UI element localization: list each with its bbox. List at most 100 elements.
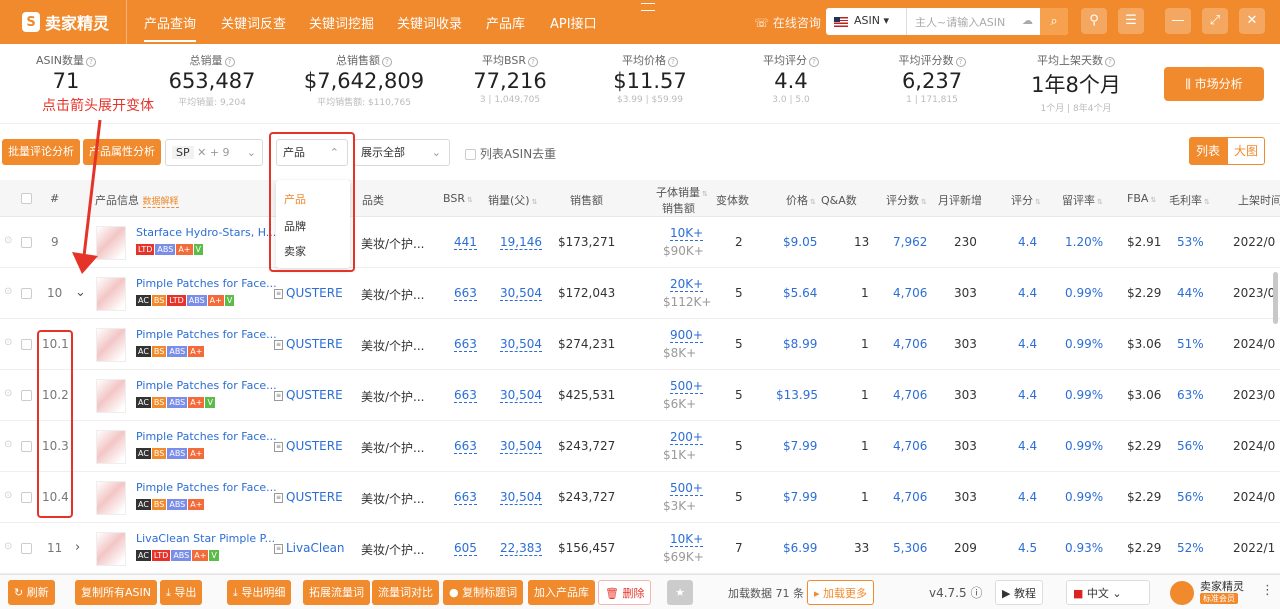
header-qa[interactable]: Q&A数	[821, 192, 857, 208]
row-checkbox[interactable]	[21, 441, 32, 452]
search-icon[interactable]: ⌕	[1040, 8, 1068, 35]
brand-link[interactable]: ≡ LivaClean	[274, 541, 345, 555]
child-sales-link[interactable]: 200+	[670, 430, 703, 445]
pin-icon[interactable]: ⊙	[4, 388, 12, 399]
product-image[interactable]	[96, 532, 126, 566]
data-explain-link[interactable]: 数据解释	[142, 197, 179, 208]
select-all-checkbox[interactable]	[21, 193, 32, 204]
drag-handle-icon[interactable]	[641, 3, 655, 11]
help-icon[interactable]: ?	[527, 57, 538, 67]
sort-icon[interactable]: ⇅	[1097, 198, 1103, 206]
child-sales-link[interactable]: 20K+	[670, 277, 704, 292]
header-bsr[interactable]: BSR ⇅	[443, 192, 473, 205]
sales-link[interactable]: 30,504	[500, 439, 542, 454]
brand-link[interactable]: ≡ QUSTERE	[274, 388, 343, 402]
refresh-button[interactable]: ↻ 刷新	[8, 580, 55, 605]
sort-icon[interactable]: ⇅	[921, 198, 927, 206]
help-icon[interactable]: ⓘ	[970, 586, 982, 600]
maximize-icon[interactable]: ⤢	[1202, 8, 1228, 34]
help-icon[interactable]: ?	[224, 57, 235, 67]
help-icon[interactable]: ?	[809, 57, 819, 67]
sort-icon[interactable]: ⇅	[532, 198, 538, 206]
header-fba[interactable]: FBA ⇅	[1127, 192, 1156, 205]
copy-title-words-button[interactable]: ● 复制标题词	[443, 580, 524, 605]
star-icon[interactable]: ★	[667, 580, 693, 605]
more-icon[interactable]: ⋮	[1261, 583, 1274, 598]
export-detail-button[interactable]: ⤓ 导出明细	[227, 580, 292, 605]
keyword-compare-button[interactable]: 流量词对比	[372, 580, 439, 605]
child-sales-link[interactable]: 500+	[670, 379, 703, 394]
market-selector[interactable]: ASIN ▾	[854, 14, 889, 27]
expand-variants-icon[interactable]: ⌄	[75, 285, 86, 300]
nav-api[interactable]: API接口	[550, 13, 597, 32]
market-analysis-button[interactable]: ⫼ 市场分析	[1164, 67, 1264, 101]
rating-count-link[interactable]: 4,706	[893, 439, 927, 453]
sales-link[interactable]: 30,504	[500, 337, 542, 352]
rating-count-link[interactable]: 4,706	[893, 490, 927, 504]
product-title-link[interactable]: Pimple Patches for Face...	[136, 379, 277, 392]
pin-icon[interactable]: ⊙	[4, 541, 12, 552]
help-icon[interactable]: ?	[382, 57, 392, 67]
table-row[interactable]: ⊙ 10 ⌄ Pimple Patches for Face... AC BS LT…	[0, 268, 1280, 319]
product-title-link[interactable]: Pimple Patches for Face...	[136, 277, 277, 290]
product-image[interactable]	[96, 481, 126, 515]
app-logo[interactable]: S 卖家精灵	[22, 10, 109, 34]
product-title-link[interactable]: Pimple Patches for Face...	[136, 430, 277, 443]
bsr-link[interactable]: 605	[454, 541, 477, 556]
table-row[interactable]: ⊙ 11 › LivaClean Star Pimple P... AC LTD A…	[0, 523, 1280, 574]
pin-icon[interactable]: ⊙	[4, 337, 12, 348]
brand-link[interactable]: ≡ QUSTERE	[274, 337, 343, 351]
header-ratings[interactable]: 评分数 ⇅	[886, 192, 927, 208]
online-consult-link[interactable]: ☏ 在线咨询	[754, 14, 821, 31]
header-child-sales[interactable]: 子体销量 ⇅	[656, 184, 708, 200]
sales-link[interactable]: 22,383	[500, 541, 542, 556]
language-select[interactable]: ■ 中文 ⌄	[1066, 580, 1150, 605]
table-row[interactable]: ⊙ 10.1 Pimple Patches for Face... AC BS AB…	[0, 319, 1280, 370]
load-more-button[interactable]: ▸ 加载更多	[807, 580, 875, 605]
pin-icon[interactable]: ⊙	[4, 490, 12, 501]
header-listed[interactable]: 上架时间	[1238, 192, 1280, 208]
scrollbar[interactable]	[1273, 272, 1278, 324]
header-rating[interactable]: 评分 ⇅	[1011, 192, 1041, 208]
product-image[interactable]	[96, 277, 126, 311]
sort-icon[interactable]: ⇅	[810, 198, 816, 206]
pin-icon[interactable]: ⊙	[4, 286, 12, 297]
grid-view-toggle[interactable]: 大图	[1227, 137, 1265, 165]
help-icon[interactable]: ?	[668, 57, 678, 67]
row-checkbox[interactable]	[21, 390, 32, 401]
child-sales-link[interactable]: 10K+	[670, 532, 704, 547]
tag-filter-select[interactable]: SP ✕ + 9 ⌄	[165, 139, 263, 166]
close-icon[interactable]: ✕	[1239, 8, 1265, 34]
rating-count-link[interactable]: 5,306	[893, 541, 927, 555]
header-sales[interactable]: 销量(父) ⇅	[488, 192, 537, 208]
brand-link[interactable]: ≡ QUSTERE	[274, 490, 343, 504]
export-button[interactable]: ⤓ 导出	[160, 580, 203, 605]
bsr-link[interactable]: 663	[454, 337, 477, 352]
child-sales-link[interactable]: 500+	[670, 481, 703, 496]
sort-icon[interactable]: ⇅	[467, 196, 473, 204]
avatar[interactable]	[1170, 581, 1194, 605]
help-icon[interactable]: ?	[955, 57, 966, 67]
pin-icon[interactable]: ⊙	[4, 235, 12, 246]
product-title-link[interactable]: Pimple Patches for Face...	[136, 481, 277, 494]
nav-keyword-mining[interactable]: 关键词挖掘	[309, 13, 374, 32]
nav-product-query[interactable]: 产品查询	[144, 13, 197, 42]
nav-product-library[interactable]: 产品库	[486, 13, 525, 32]
dedupe-checkbox[interactable]: 列表ASIN去重	[465, 145, 556, 162]
child-sales-link[interactable]: 900+	[670, 328, 703, 343]
row-checkbox[interactable]	[21, 288, 32, 299]
table-row[interactable]: ⊙ 10.4 Pimple Patches for Face... AC BS AB…	[0, 472, 1280, 523]
header-monthly[interactable]: 月评新增	[938, 192, 982, 208]
sort-icon[interactable]: ⇅	[1150, 196, 1156, 204]
sales-link[interactable]: 30,504	[500, 490, 542, 505]
expand-variants-icon[interactable]: ›	[75, 540, 80, 555]
pin-icon[interactable]: ⊙	[4, 439, 12, 450]
header-revenue[interactable]: 销售额	[570, 192, 603, 208]
brand-link[interactable]: ≡ QUSTERE	[274, 439, 343, 453]
header-price[interactable]: 价格 ⇅	[786, 192, 816, 208]
list-view-toggle[interactable]: 列表	[1189, 137, 1227, 165]
settings-icon[interactable]: ☰	[1118, 8, 1144, 34]
bsr-link[interactable]: 663	[454, 286, 477, 301]
product-image[interactable]	[96, 430, 126, 464]
bsr-link[interactable]: 663	[454, 439, 477, 454]
